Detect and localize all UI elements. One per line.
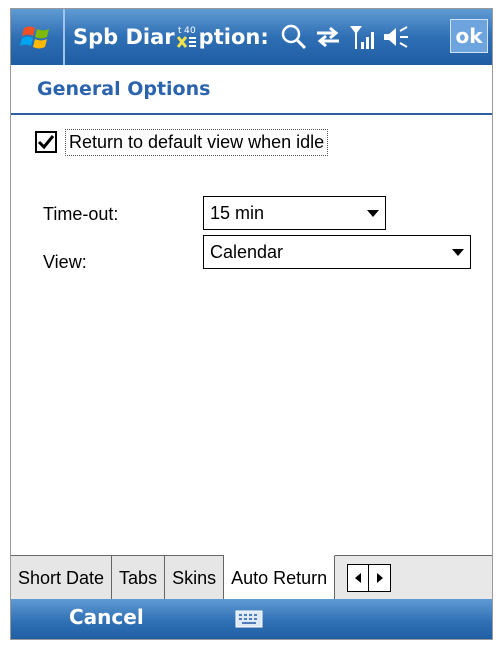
timeout-dropdown[interactable]: 15 min (203, 196, 386, 230)
keyboard-icon (235, 610, 263, 628)
return-default-view-label[interactable]: Return to default view when idle (65, 128, 329, 156)
tab-skins[interactable]: Skins (165, 556, 225, 600)
tab-tabs[interactable]: Tabs (112, 556, 166, 600)
return-default-view-option[interactable]: Return to default view when idle (35, 125, 329, 159)
view-value: Calendar (210, 241, 284, 262)
window-title-suffix: ption: (198, 25, 269, 49)
chevron-down-icon (361, 208, 385, 218)
chevron-down-icon (446, 247, 470, 257)
start-button[interactable] (11, 9, 65, 65)
cancel-button[interactable]: Cancel (69, 605, 144, 629)
windows-flag-icon (20, 26, 49, 49)
arrow-left-icon (355, 573, 362, 583)
return-default-view-checkbox[interactable] (35, 131, 57, 153)
view-label: View: (43, 252, 87, 272)
header-divider (11, 113, 492, 115)
keyboard-button[interactable] (235, 608, 263, 630)
svg-text:0: 0 (190, 26, 196, 36)
page-header: General Options (11, 65, 492, 113)
svg-text:t: t (178, 26, 182, 36)
tab-short-date[interactable]: Short Date (11, 556, 113, 600)
ok-button[interactable]: ok (450, 19, 488, 53)
timeout-value: 15 min (210, 202, 265, 223)
search-icon[interactable] (277, 20, 311, 54)
soft-key-bar: Cancel (11, 599, 492, 639)
view-dropdown[interactable]: Calendar (203, 235, 471, 269)
scroll-right-button[interactable] (369, 564, 392, 592)
scroll-left-button[interactable] (347, 564, 370, 592)
signal-strength-icon[interactable] (345, 20, 379, 54)
checkmark-icon (37, 135, 55, 150)
tab-scroll-controls (347, 556, 392, 600)
arrow-right-icon (376, 573, 383, 583)
app-window: Spb Diar t 4 0 ption: ok General Options… (10, 8, 493, 640)
tab-strip: Short Date Tabs Skins Auto Return (11, 555, 492, 600)
sync-arrows-icon[interactable] (311, 20, 345, 54)
timeout-label: Time-out: (43, 204, 119, 224)
notification-icon[interactable]: t 4 0 (176, 22, 198, 52)
tab-auto-return[interactable]: Auto Return (224, 555, 336, 600)
title-bar: Spb Diar t 4 0 ption: ok (11, 9, 492, 65)
page-title: General Options (37, 78, 211, 100)
window-title: Spb Diar (73, 25, 175, 49)
speaker-icon[interactable] (379, 20, 413, 54)
